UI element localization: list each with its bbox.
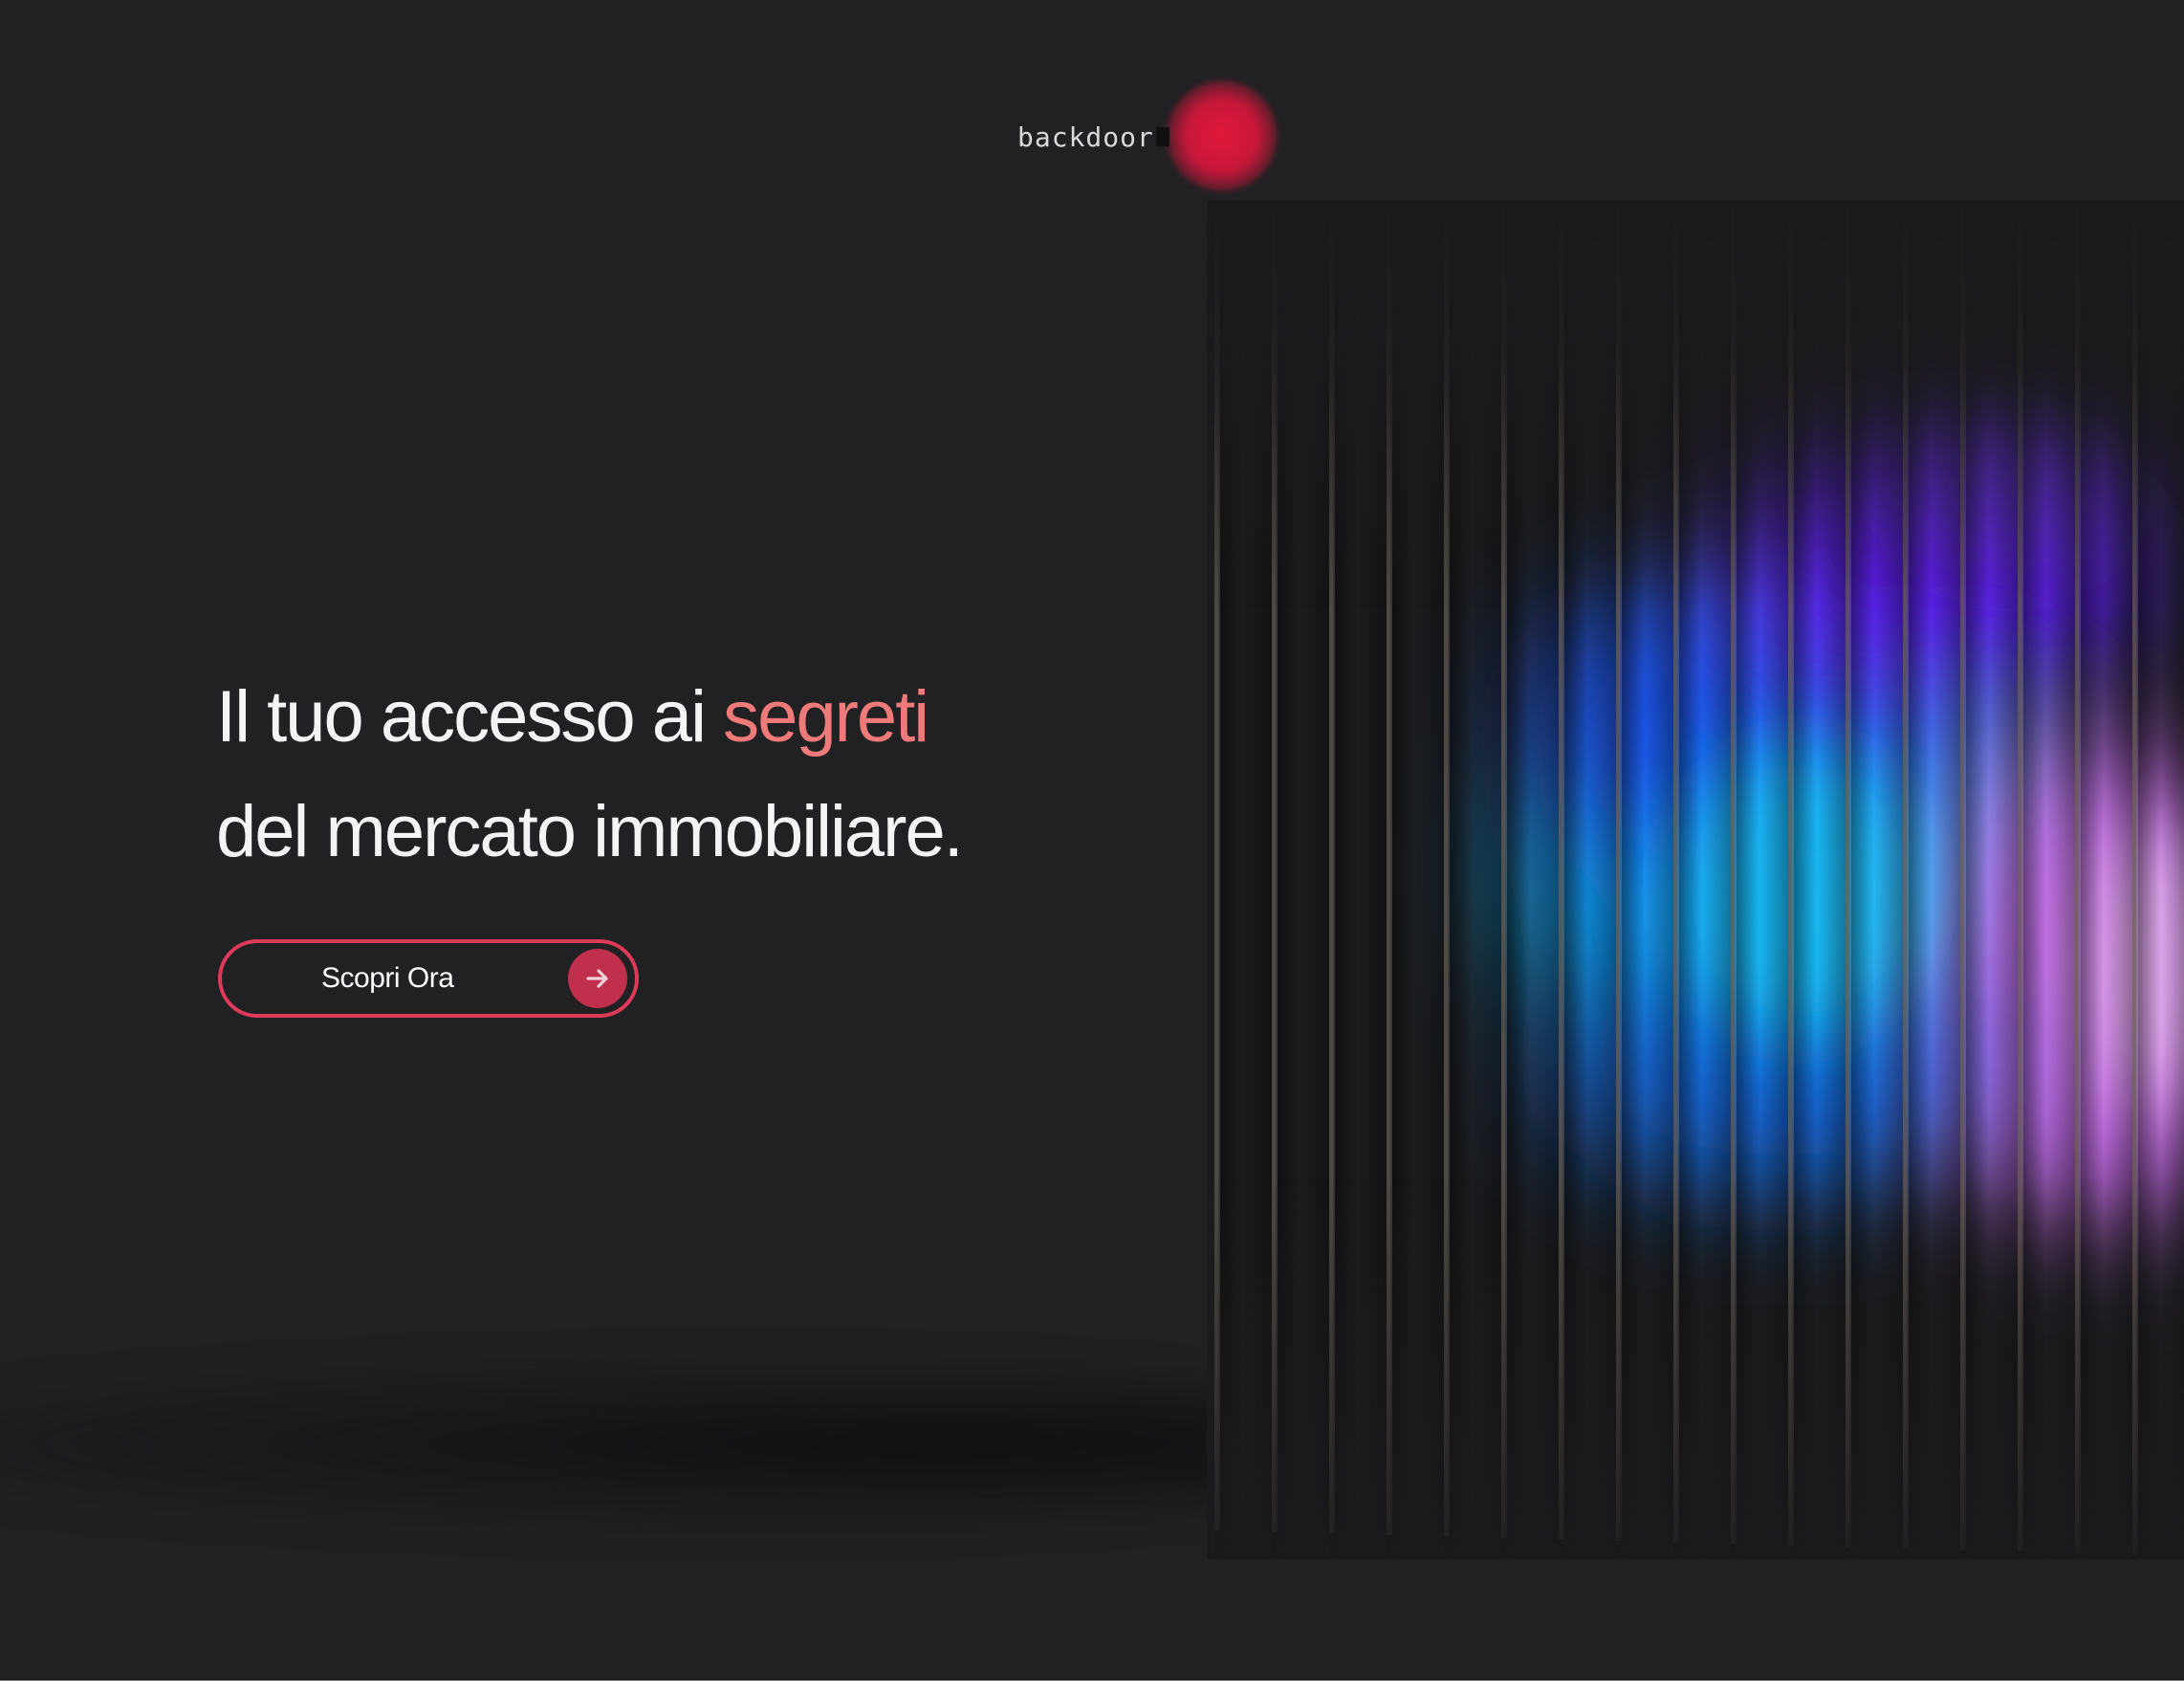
- headline-accent: segreti: [723, 676, 929, 758]
- logo-glow: [1167, 80, 1278, 191]
- landing-page: backdoor Il tuo accesso ai segreti del m…: [0, 0, 2184, 1693]
- logo[interactable]: backdoor: [1017, 113, 1169, 161]
- headline-line2: del mercato immobiliare.: [216, 791, 964, 872]
- logo-cursor: [1155, 127, 1169, 146]
- cta-label: Scopri Ora: [321, 962, 454, 994]
- bottom-strip: [0, 1681, 2184, 1693]
- logo-text: backdoor: [1017, 121, 1154, 153]
- scopri-ora-button[interactable]: Scopri Ora: [218, 939, 639, 1018]
- headline-part1: Il tuo accesso ai: [216, 676, 724, 758]
- hero-headline: Il tuo accesso ai segreti del mercato im…: [216, 660, 1077, 890]
- hero-artwork: [1207, 201, 2184, 1559]
- arrow-right-icon: [568, 949, 627, 1008]
- hero-section: Il tuo accesso ai segreti del mercato im…: [216, 660, 1077, 890]
